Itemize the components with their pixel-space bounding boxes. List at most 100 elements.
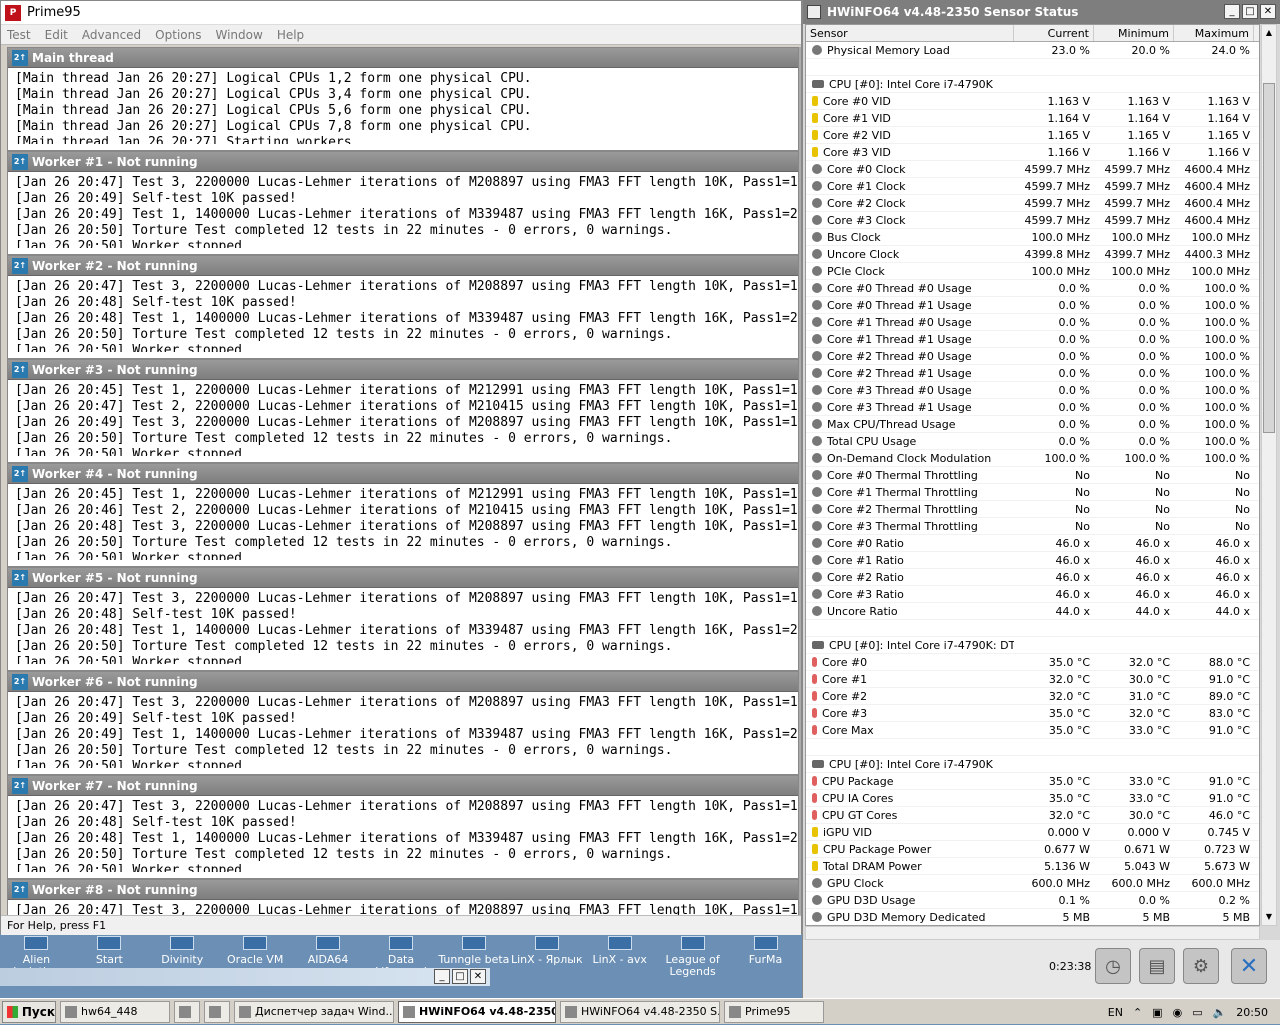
taskbar-button[interactable]: Диспетчер задач Wind... [234, 1000, 394, 1023]
sensor-row[interactable]: Core #2 Thermal Throttling No No No [806, 501, 1259, 518]
taskbar-button[interactable]: HWiNFO64 v4.48-2350 [398, 1000, 556, 1023]
sensor-row[interactable]: Core #0 Thread #0 Usage 0.0 % 0.0 % 100.0 % [806, 280, 1259, 297]
thread-titlebar[interactable]: 2↑ Worker #4 - Not running [8, 464, 798, 484]
clock[interactable]: 20:50 [1236, 1006, 1268, 1019]
taskbar-button[interactable]: hw64_448 [60, 1000, 170, 1023]
sensor-row[interactable]: iGPU VID 0.000 V 0.000 V 0.745 V [806, 824, 1259, 841]
sensor-row[interactable] [806, 620, 1259, 637]
thread-window[interactable]: 2↑ Worker #1 - Not running [Jan 26 20:47] … [7, 151, 799, 255]
clock-icon[interactable]: ◷ [1095, 948, 1131, 984]
close-sensors-icon[interactable]: ✕ [1231, 948, 1267, 984]
thread-window[interactable]: 2↑ Main thread [Main thread Jan 26 20:27] … [7, 47, 799, 151]
col-current[interactable]: Current [1014, 25, 1094, 41]
close-button[interactable]: ✕ [470, 969, 486, 984]
sensor-row[interactable]: Core #0 35.0 °C 32.0 °C 88.0 °C [806, 654, 1259, 671]
add-report-icon[interactable]: ▤ [1139, 948, 1175, 984]
sensor-row[interactable]: Core #3 Clock 4599.7 MHz 4599.7 MHz 4600.4 … [806, 212, 1259, 229]
thread-window[interactable]: 2↑ Worker #5 - Not running [Jan 26 20:47] … [7, 567, 799, 671]
thread-window[interactable]: 2↑ Worker #3 - Not running [Jan 26 20:45] … [7, 359, 799, 463]
sensor-row[interactable]: Uncore Clock 4399.8 MHz 4399.7 MHz 4400.3 M… [806, 246, 1259, 263]
hwinfo-titlebar[interactable]: HWiNFO64 v4.48-2350 Sensor Status _ □ ✕ [803, 0, 1280, 24]
sensor-row[interactable]: Bus Clock 100.0 MHz 100.0 MHz 100.0 MHz [806, 229, 1259, 246]
thread-window[interactable]: 2↑ Worker #8 - Not running [Jan 26 20:47] … [7, 879, 799, 915]
desktop-shortcut[interactable]: FurMa [729, 934, 802, 986]
sensor-row[interactable]: Core #1 VID 1.164 V 1.164 V 1.164 V [806, 110, 1259, 127]
sensor-row[interactable]: Core #1 Thread #0 Usage 0.0 % 0.0 % 100.0 % [806, 314, 1259, 331]
sensor-row[interactable]: Core #1 32.0 °C 30.0 °C 91.0 °C [806, 671, 1259, 688]
sensor-row[interactable]: Core #0 Clock 4599.7 MHz 4599.7 MHz 4600.4 … [806, 161, 1259, 178]
thread-window[interactable]: 2↑ Worker #6 - Not running [Jan 26 20:47] … [7, 671, 799, 775]
chrome-tray-icon[interactable]: ◉ [1173, 1006, 1183, 1019]
taskbar-button[interactable]: Prime95 [724, 1000, 824, 1023]
sensor-vertical-scrollbar[interactable]: ▲ ▼ [1261, 24, 1277, 926]
sensor-row[interactable]: Core #2 Clock 4599.7 MHz 4599.7 MHz 4600.4 … [806, 195, 1259, 212]
sensor-row[interactable]: Max CPU/Thread Usage 0.0 % 0.0 % 100.0 % [806, 416, 1259, 433]
menu-item-advanced[interactable]: Advanced [82, 28, 141, 42]
menu-item-window[interactable]: Window [215, 28, 262, 42]
menu-item-options[interactable]: Options [155, 28, 201, 42]
minimize-button[interactable]: _ [434, 969, 450, 984]
sensor-row[interactable]: CPU Package Power 0.677 W 0.671 W 0.723 W [806, 841, 1259, 858]
volume-icon[interactable]: 🔈 [1213, 1006, 1227, 1019]
thread-titlebar[interactable]: 2↑ Worker #1 - Not running [8, 152, 798, 172]
sensor-row[interactable]: GPU D3D Usage 0.1 % 0.0 % 0.2 % [806, 892, 1259, 909]
menu-item-help[interactable]: Help [277, 28, 304, 42]
col-minimum[interactable]: Minimum [1094, 25, 1174, 41]
thread-titlebar[interactable]: 2↑ Worker #3 - Not running [8, 360, 798, 380]
tray-expand-icon[interactable]: ⌃ [1133, 1006, 1142, 1019]
sensor-row[interactable]: Core #2 Thread #1 Usage 0.0 % 0.0 % 100.0 % [806, 365, 1259, 382]
scroll-down-icon[interactable]: ▼ [1262, 909, 1276, 925]
prime95-titlebar[interactable]: P Prime95 [1, 1, 801, 25]
close-button[interactable]: ✕ [1260, 4, 1276, 19]
sensor-row[interactable]: Core #3 VID 1.166 V 1.166 V 1.166 V [806, 144, 1259, 161]
desktop-shortcut[interactable]: LinX - avx [583, 934, 656, 986]
sensor-row[interactable]: Core #2 32.0 °C 31.0 °C 89.0 °C [806, 688, 1259, 705]
sensor-row[interactable]: Core #0 Ratio 46.0 x 46.0 x 46.0 x [806, 535, 1259, 552]
sensor-row[interactable]: Core #0 Thread #1 Usage 0.0 % 0.0 % 100.0 % [806, 297, 1259, 314]
thread-window[interactable]: 2↑ Worker #7 - Not running [Jan 26 20:47] … [7, 775, 799, 879]
sensor-row[interactable]: Total CPU Usage 0.0 % 0.0 % 100.0 % [806, 433, 1259, 450]
thread-titlebar[interactable]: 2↑ Worker #5 - Not running [8, 568, 798, 588]
sensor-row[interactable]: Physical Memory Load 23.0 % 20.0 % 24.0 % [806, 42, 1259, 59]
col-sensor[interactable]: Sensor [806, 25, 1014, 41]
maximize-button[interactable]: □ [1242, 4, 1258, 19]
sensor-row[interactable]: Total DRAM Power 5.136 W 5.043 W 5.673 W [806, 858, 1259, 875]
sensor-row[interactable]: CPU Package 35.0 °C 33.0 °C 91.0 °C [806, 773, 1259, 790]
sensor-row[interactable] [806, 739, 1259, 756]
menu-item-edit[interactable]: Edit [45, 28, 68, 42]
sensor-group-row[interactable]: CPU [#0]: Intel Core i7-4790K [806, 756, 1259, 773]
thread-titlebar[interactable]: 2↑ Worker #2 - Not running [8, 256, 798, 276]
thread-titlebar[interactable]: 2↑ Main thread [8, 48, 798, 68]
settings-icon[interactable]: ⚙ [1183, 948, 1219, 984]
minimized-window-bar[interactable]: _ □ ✕ [0, 968, 490, 986]
sensor-row[interactable]: Core #1 Thread #1 Usage 0.0 % 0.0 % 100.0 % [806, 331, 1259, 348]
sensor-row[interactable]: Core #3 Thread #0 Usage 0.0 % 0.0 % 100.0 % [806, 382, 1259, 399]
network-icon[interactable]: ▭ [1192, 1006, 1202, 1019]
sensor-row[interactable]: Core #2 Ratio 46.0 x 46.0 x 46.0 x [806, 569, 1259, 586]
language-indicator[interactable]: EN [1108, 1006, 1123, 1019]
sensor-row[interactable]: PCIe Clock 100.0 MHz 100.0 MHz 100.0 MHz [806, 263, 1259, 280]
minimize-button[interactable]: _ [1224, 4, 1240, 19]
sensor-row[interactable]: GPU D3D Memory Dedicated 5 MB 5 MB 5 MB [806, 909, 1259, 925]
thread-titlebar[interactable]: 2↑ Worker #8 - Not running [8, 880, 798, 900]
col-maximum[interactable]: Maximum [1174, 25, 1254, 41]
sensor-row[interactable]: Core #3 35.0 °C 32.0 °C 83.0 °C [806, 705, 1259, 722]
sensor-row[interactable]: On-Demand Clock Modulation 100.0 % 100.0 %… [806, 450, 1259, 467]
taskbar-button[interactable]: HWiNFO64 v4.48-2350 S... [560, 1000, 720, 1023]
sensor-row[interactable]: GPU Clock 600.0 MHz 600.0 MHz 600.0 MHz [806, 875, 1259, 892]
sensor-horizontal-scrollbar[interactable] [805, 926, 1260, 940]
sensor-row[interactable]: Core #0 VID 1.163 V 1.163 V 1.163 V [806, 93, 1259, 110]
desktop-shortcut[interactable]: League of Legends [656, 934, 729, 986]
thread-window[interactable]: 2↑ Worker #2 - Not running [Jan 26 20:47] … [7, 255, 799, 359]
thread-window[interactable]: 2↑ Worker #4 - Not running [Jan 26 20:45] … [7, 463, 799, 567]
sensor-row[interactable] [806, 59, 1259, 76]
scroll-up-icon[interactable]: ▲ [1262, 25, 1276, 41]
sensor-row[interactable]: CPU IA Cores 35.0 °C 33.0 °C 91.0 °C [806, 790, 1259, 807]
sensor-row[interactable]: Core #1 Thermal Throttling No No No [806, 484, 1259, 501]
sensor-row[interactable]: Core #1 Clock 4599.7 MHz 4599.7 MHz 4600.4 … [806, 178, 1259, 195]
sensor-row[interactable]: CPU GT Cores 32.0 °C 30.0 °C 46.0 °C [806, 807, 1259, 824]
sensor-row[interactable]: Core #0 Thermal Throttling No No No [806, 467, 1259, 484]
tray-app-icon[interactable]: ▣ [1152, 1006, 1162, 1019]
sensor-row[interactable]: Core #3 Ratio 46.0 x 46.0 x 46.0 x [806, 586, 1259, 603]
taskbar-button[interactable] [204, 1000, 230, 1023]
